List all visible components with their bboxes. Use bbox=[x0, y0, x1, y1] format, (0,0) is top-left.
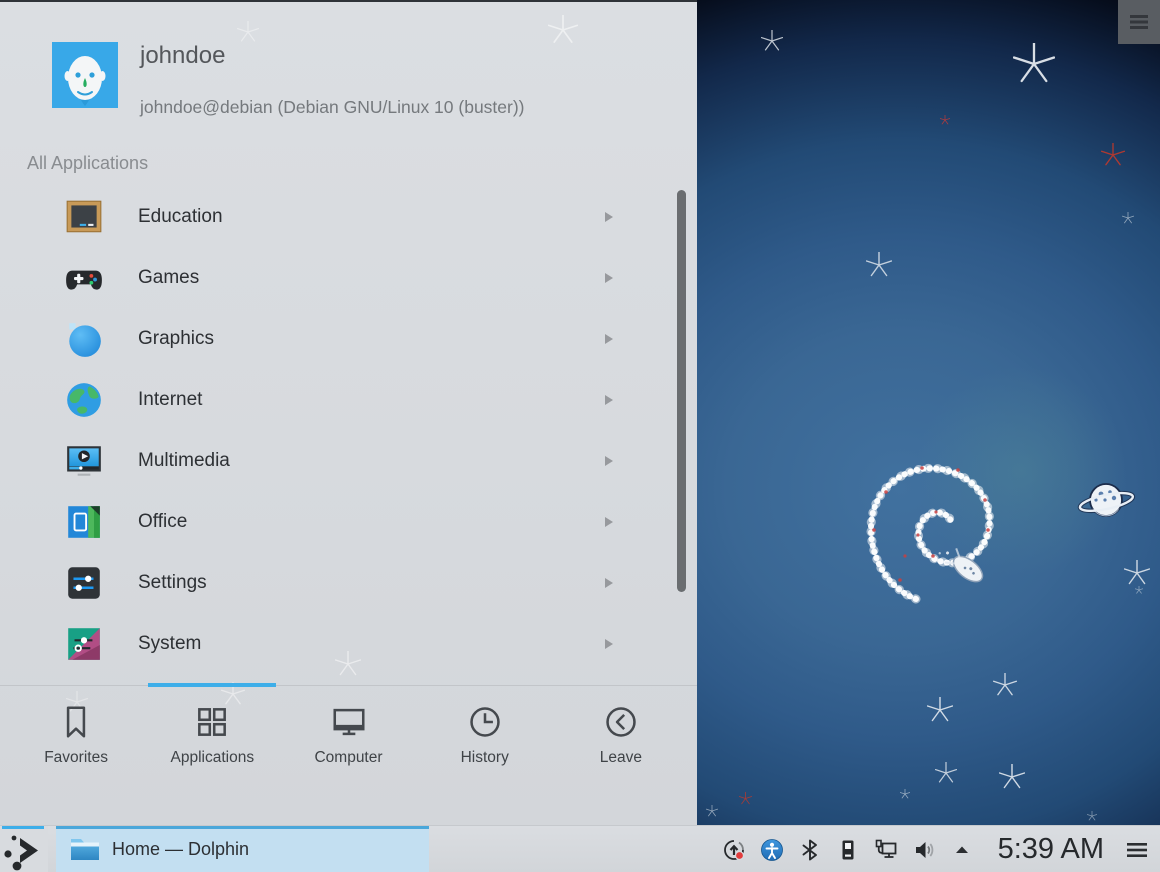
tab-applications[interactable]: Applications bbox=[144, 683, 280, 825]
desktop: johndoe johndoe@debian (Debian GNU/Linux… bbox=[0, 0, 1160, 872]
application-category-list: Education Games Graphics Internet Multimedia… bbox=[0, 186, 697, 674]
application-launcher-button[interactable] bbox=[0, 826, 48, 872]
menu-item-label: Education bbox=[138, 205, 223, 227]
chevron-right-icon bbox=[605, 577, 613, 588]
menu-item-label: Settings bbox=[138, 571, 207, 593]
history-icon bbox=[466, 703, 504, 741]
menu-item-games[interactable]: Games bbox=[0, 247, 697, 308]
volume-icon[interactable] bbox=[912, 838, 936, 862]
desktop-toolbox-button[interactable] bbox=[1118, 0, 1160, 44]
office-icon bbox=[64, 502, 104, 542]
tab-label: Favorites bbox=[44, 749, 108, 766]
tab-favorites[interactable]: Favorites bbox=[8, 686, 144, 825]
menu-item-label: Internet bbox=[138, 388, 203, 410]
tab-history[interactable]: History bbox=[417, 686, 553, 825]
section-label: All Applications bbox=[27, 153, 149, 173]
chevron-right-icon bbox=[605, 516, 613, 527]
tab-label: Leave bbox=[599, 749, 643, 766]
accessibility-icon[interactable] bbox=[760, 838, 784, 862]
tab-leave[interactable]: Leave bbox=[553, 686, 689, 825]
device-icon[interactable] bbox=[836, 838, 860, 862]
chevron-right-icon bbox=[605, 455, 613, 466]
menu-item-system[interactable]: System bbox=[0, 613, 697, 674]
computer-icon bbox=[330, 703, 368, 741]
menu-item-label: Graphics bbox=[138, 327, 215, 349]
tab-label: Computer bbox=[314, 749, 383, 766]
system-icon bbox=[64, 624, 104, 664]
chevron-right-icon bbox=[605, 211, 613, 222]
graphics-icon bbox=[64, 319, 104, 359]
internet-icon bbox=[64, 380, 104, 420]
tab-label: History bbox=[460, 749, 509, 766]
digital-clock[interactable]: 5:39 AM bbox=[988, 833, 1110, 866]
chevron-right-icon bbox=[605, 394, 613, 405]
menu-item-label: Games bbox=[138, 266, 200, 288]
settings-icon bbox=[64, 563, 104, 603]
games-icon bbox=[64, 258, 104, 298]
multimedia-icon bbox=[64, 441, 104, 481]
menu-item-internet[interactable]: Internet bbox=[0, 369, 697, 430]
chevron-right-icon bbox=[605, 333, 613, 344]
user-header: johndoe johndoe@debian (Debian GNU/Linux… bbox=[0, 2, 697, 142]
user-avatar[interactable] bbox=[52, 42, 118, 108]
application-launcher-popup: johndoe johndoe@debian (Debian GNU/Linux… bbox=[0, 0, 697, 825]
menu-item-office[interactable]: Office bbox=[0, 491, 697, 552]
kickoff-launcher-icon bbox=[4, 835, 38, 871]
tab-label: Applications bbox=[170, 749, 255, 766]
taskbar-task-dolphin[interactable]: Home — Dolphin bbox=[56, 826, 429, 872]
leave-icon bbox=[602, 703, 640, 741]
user-face-icon bbox=[64, 56, 106, 106]
hamburger-icon[interactable] bbox=[1124, 838, 1150, 862]
menu-item-settings[interactable]: Settings bbox=[0, 552, 697, 613]
bluetooth-icon[interactable] bbox=[798, 838, 822, 862]
education-icon bbox=[64, 197, 104, 237]
menu-item-graphics[interactable]: Graphics bbox=[0, 308, 697, 369]
updates-icon[interactable] bbox=[722, 838, 746, 862]
favorites-icon bbox=[57, 703, 95, 741]
caret-up-icon[interactable] bbox=[950, 838, 974, 862]
menu-item-multimedia[interactable]: Multimedia bbox=[0, 430, 697, 491]
network-icon[interactable] bbox=[874, 838, 898, 862]
tray-icons bbox=[722, 838, 974, 862]
menu-item-label: Office bbox=[138, 510, 188, 532]
folder-icon bbox=[71, 839, 99, 860]
hamburger-icon bbox=[1130, 15, 1148, 29]
task-label: Home — Dolphin bbox=[112, 839, 250, 859]
desktop-wallpaper bbox=[697, 0, 1160, 872]
tab-computer[interactable]: Computer bbox=[280, 686, 416, 825]
taskbar-panel: Home — Dolphin 5:39 AM bbox=[0, 825, 1160, 872]
menu-item-label: Multimedia bbox=[138, 449, 230, 471]
launcher-tab-bar: Favorites Applications Computer History Leav… bbox=[0, 683, 697, 825]
menu-item-education[interactable]: Education bbox=[0, 186, 697, 247]
chevron-right-icon bbox=[605, 272, 613, 283]
applications-icon bbox=[193, 703, 231, 741]
user-host-info: johndoe@debian (Debian GNU/Linux 10 (bus… bbox=[140, 97, 525, 117]
menu-item-label: System bbox=[138, 632, 202, 654]
user-name: johndoe bbox=[140, 42, 226, 69]
menu-scrollbar[interactable] bbox=[677, 190, 686, 592]
chevron-right-icon bbox=[605, 638, 613, 649]
system-tray: 5:39 AM bbox=[722, 826, 1160, 872]
